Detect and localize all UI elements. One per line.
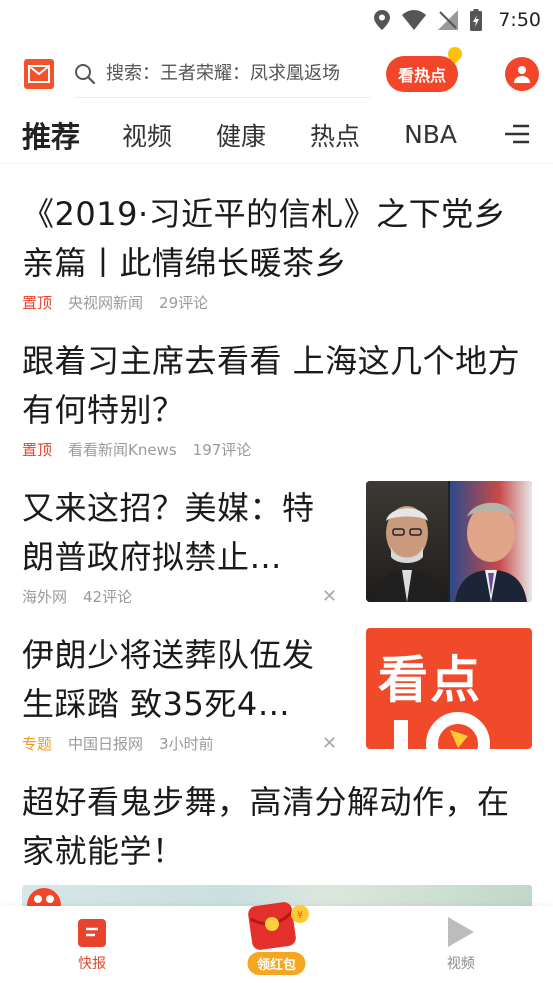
- user-avatar-button[interactable]: [505, 57, 539, 91]
- article-card[interactable]: 又来这招？美媒：特朗普政府拟禁止… 海外网 42评论 ✕: [22, 484, 337, 607]
- flame-icon: [445, 44, 465, 64]
- brand-mark-icon: [394, 712, 490, 749]
- status-time: 7:50: [498, 9, 541, 31]
- battery-icon: [470, 9, 483, 31]
- article-source: 看看新闻Knews: [68, 441, 177, 459]
- article-title[interactable]: 超好看鬼步舞，高清分解动作，在家就能学！: [22, 778, 532, 876]
- mascot-icon: [27, 888, 61, 907]
- topic-tag: 专题: [22, 735, 53, 753]
- search-icon: [75, 63, 96, 84]
- pinned-tag: 置顶: [22, 441, 53, 459]
- dismiss-icon[interactable]: ✕: [322, 733, 337, 754]
- article-comments: 197评论: [192, 441, 252, 459]
- article-source: 海外网: [22, 588, 68, 606]
- nav-item-news[interactable]: 快报: [0, 906, 184, 983]
- status-bar: 7:50: [0, 0, 553, 40]
- app-logo-icon[interactable]: [24, 59, 54, 89]
- article-source: 央视网新闻: [68, 294, 144, 312]
- article-title[interactable]: 伊朗少将送葬队伍发生踩踏 致35死4…: [22, 631, 342, 729]
- dismiss-icon[interactable]: ✕: [322, 586, 337, 607]
- article-meta: 海外网 42评论 ✕: [22, 586, 337, 607]
- tab-recommend[interactable]: 推荐: [22, 114, 80, 156]
- article-card[interactable]: 《2019·习近平的信札》之下党乡亲篇丨此情绵长暖茶乡 置顶 央视网新闻 29评…: [22, 190, 527, 313]
- user-icon: [514, 66, 530, 83]
- svg-text:¥: ¥: [297, 910, 303, 921]
- tab-video[interactable]: 视频: [122, 117, 172, 153]
- tab-nba[interactable]: NBA: [404, 120, 457, 149]
- nav-label: 快报: [78, 956, 107, 972]
- red-packet-label: 领红包: [247, 952, 305, 975]
- nav-label: 视频: [446, 956, 475, 972]
- article-meta: 专题 中国日报网 3小时前 ✕: [22, 733, 337, 754]
- top-bar: 看热点: [0, 44, 553, 102]
- hot-topics-label: 看热点: [398, 66, 447, 85]
- article-card[interactable]: 跟着习主席去看看 上海这几个地方有何特别？ 置顶 看看新闻Knews 197评论: [22, 337, 527, 460]
- article-thumbnail[interactable]: [366, 481, 532, 602]
- no-signal-icon: [438, 10, 459, 30]
- search-bar[interactable]: [74, 50, 370, 98]
- article-card[interactable]: 伊朗少将送葬队伍发生踩踏 致35死4… 专题 中国日报网 3小时前 ✕: [22, 631, 337, 754]
- location-icon: [374, 10, 391, 30]
- wifi-icon: [402, 10, 427, 30]
- article-card[interactable]: 超好看鬼步舞，高清分解动作，在家就能学！: [22, 778, 532, 876]
- portrait-right: [450, 481, 532, 602]
- tab-hot[interactable]: 热点: [310, 117, 360, 153]
- search-input[interactable]: [106, 63, 366, 84]
- article-source: 中国日报网: [68, 735, 144, 753]
- nav-item-redpacket[interactable]: ¥ 领红包: [184, 902, 368, 983]
- article-meta: 置顶 央视网新闻 29评论: [22, 292, 527, 313]
- channel-tabs: 推荐 视频 健康 热点 NBA: [0, 106, 553, 164]
- pinned-tag: 置顶: [22, 294, 53, 312]
- bottom-nav: 快报 ¥ 领红包 视频: [0, 902, 553, 983]
- nav-item-video[interactable]: 视频: [369, 906, 553, 983]
- portrait-left: [366, 481, 448, 602]
- article-title[interactable]: 《2019·习近平的信札》之下党乡亲篇丨此情绵长暖茶乡: [22, 190, 527, 288]
- hot-topics-button[interactable]: 看热点: [386, 44, 465, 92]
- article-comments: 29评论: [159, 294, 209, 312]
- article-title[interactable]: 又来这招？美媒：特朗普政府拟禁止…: [22, 484, 342, 582]
- channel-menu-icon[interactable]: [505, 123, 529, 145]
- tab-health[interactable]: 健康: [216, 117, 266, 153]
- article-thumbnail[interactable]: 看点: [366, 628, 532, 749]
- article-time: 3小时前: [159, 735, 214, 753]
- play-icon: [447, 917, 474, 947]
- red-packet-icon: ¥: [248, 902, 310, 950]
- article-meta: 置顶 看看新闻Knews 197评论: [22, 439, 527, 460]
- news-icon: [78, 919, 107, 947]
- article-comments: 42评论: [83, 588, 133, 606]
- article-title[interactable]: 跟着习主席去看看 上海这几个地方有何特别？: [22, 337, 527, 435]
